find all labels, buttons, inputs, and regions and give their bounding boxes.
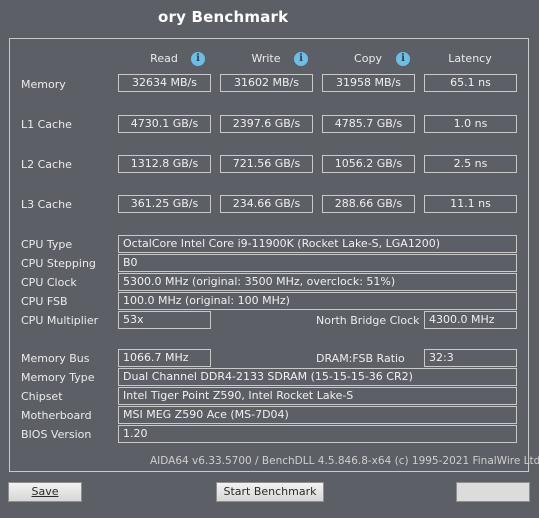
l2-latency-value: 2.5 ns: [424, 155, 517, 173]
cpu-multiplier-value: 53x: [118, 311, 211, 329]
column-header-latency: Latency: [448, 52, 492, 65]
version-credit: AIDA64 v6.33.5700 / BenchDLL 4.5.846.8-x…: [150, 455, 539, 467]
copy-info-icon[interactable]: i: [396, 52, 410, 66]
motherboard-value: MSI MEG Z590 Ace (MS-7D04): [118, 406, 517, 424]
cpu-clock-label: CPU Clock: [21, 276, 77, 289]
dram-fsb-ratio-value: 32:3: [424, 349, 517, 367]
l2-write-value: 721.56 GB/s: [220, 155, 313, 173]
write-info-icon[interactable]: i: [294, 52, 308, 66]
chipset-label: Chipset: [21, 390, 63, 403]
memory-type-value: Dual Channel DDR4-2133 SDRAM (15-15-15-3…: [118, 368, 517, 386]
close-button[interactable]: [456, 482, 530, 502]
cpu-clock-value: 5300.0 MHz (original: 3500 MHz, overcloc…: [118, 273, 517, 291]
row-label-l3-cache: L3 Cache: [21, 198, 72, 211]
row-label-l2-cache: L2 Cache: [21, 158, 72, 171]
save-button-label: Save: [31, 485, 59, 498]
l1-write-value: 2397.6 GB/s: [220, 115, 313, 133]
cpu-type-value: OctalCore Intel Core i9-11900K (Rocket L…: [118, 235, 517, 253]
north-bridge-clock-value: 4300.0 MHz: [424, 311, 517, 329]
bios-version-label: BIOS Version: [21, 428, 92, 441]
bios-version-value: 1.20: [118, 425, 517, 443]
row-label-memory: Memory: [21, 78, 66, 91]
l2-copy-value: 1056.2 GB/s: [322, 155, 415, 173]
row-label-l1-cache: L1 Cache: [21, 118, 72, 131]
cpu-type-label: CPU Type: [21, 238, 73, 251]
l3-read-value: 361.25 GB/s: [118, 195, 211, 213]
cpu-fsb-label: CPU FSB: [21, 295, 68, 308]
cpu-fsb-value: 100.0 MHz (original: 100 MHz): [118, 292, 517, 310]
start-benchmark-button[interactable]: Start Benchmark: [216, 482, 324, 502]
l3-write-value: 234.66 GB/s: [220, 195, 313, 213]
l1-latency-value: 1.0 ns: [424, 115, 517, 133]
cpu-stepping-label: CPU Stepping: [21, 257, 96, 270]
l1-copy-value: 4785.7 GB/s: [322, 115, 415, 133]
l3-latency-value: 11.1 ns: [424, 195, 517, 213]
save-button[interactable]: Save: [8, 482, 82, 502]
memory-read-value: 32634 MB/s: [118, 74, 211, 92]
north-bridge-clock-label: North Bridge Clock: [316, 314, 420, 327]
window-title: ory Benchmark: [158, 8, 289, 26]
memory-latency-value: 65.1 ns: [424, 74, 517, 92]
memory-type-label: Memory Type: [21, 371, 95, 384]
cpu-multiplier-label: CPU Multiplier: [21, 314, 99, 327]
memory-copy-value: 31958 MB/s: [322, 74, 415, 92]
memory-write-value: 31602 MB/s: [220, 74, 313, 92]
l3-copy-value: 288.66 GB/s: [322, 195, 415, 213]
read-info-icon[interactable]: i: [191, 52, 205, 66]
motherboard-label: Motherboard: [21, 409, 92, 422]
l1-read-value: 4730.1 GB/s: [118, 115, 211, 133]
memory-bus-label: Memory Bus: [21, 352, 90, 365]
chipset-value: Intel Tiger Point Z590, Intel Rocket Lak…: [118, 387, 517, 405]
cpu-stepping-value: B0: [118, 254, 517, 272]
memory-bus-value: 1066.7 MHz: [118, 349, 211, 367]
dram-fsb-ratio-label: DRAM:FSB Ratio: [316, 352, 405, 365]
l2-read-value: 1312.8 GB/s: [118, 155, 211, 173]
